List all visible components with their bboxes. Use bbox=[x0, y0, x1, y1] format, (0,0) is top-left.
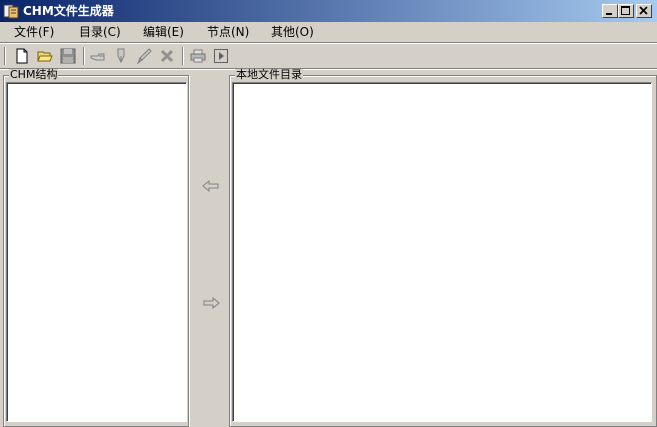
print-button[interactable] bbox=[188, 46, 208, 66]
toolbar-grip bbox=[4, 47, 6, 65]
menu-file[interactable]: 文件(F) bbox=[14, 24, 54, 40]
minimize-button[interactable] bbox=[602, 4, 618, 18]
pen-icon bbox=[117, 48, 125, 64]
chm-structure-label: CHM结构 bbox=[9, 68, 59, 81]
delete-x-icon bbox=[160, 49, 174, 63]
menu-node[interactable]: 节点(N) bbox=[207, 24, 249, 40]
run-icon bbox=[214, 49, 228, 63]
local-directory-tree[interactable] bbox=[232, 82, 652, 422]
minimize-icon bbox=[606, 13, 612, 15]
window-title: CHM文件生成器 bbox=[23, 4, 114, 18]
save-icon bbox=[60, 48, 76, 64]
edit-button[interactable] bbox=[134, 46, 154, 66]
chm-app-icon bbox=[3, 3, 19, 19]
maximize-icon bbox=[621, 6, 630, 15]
menu-other[interactable]: 其他(O) bbox=[271, 24, 314, 40]
arrow-right-icon bbox=[203, 296, 220, 310]
open-button[interactable] bbox=[35, 46, 55, 66]
select-node-button[interactable] bbox=[88, 46, 108, 66]
menu-catalog[interactable]: 目录(C) bbox=[79, 24, 121, 40]
arrow-left-icon bbox=[202, 179, 219, 193]
transfer-column bbox=[192, 70, 229, 419]
run-button[interactable] bbox=[211, 46, 231, 66]
menu-bar: 文件(F) 目录(C) 编辑(E) 节点(N) 其他(O) bbox=[0, 22, 657, 42]
open-folder-icon bbox=[37, 51, 53, 62]
toolbar-divider bbox=[0, 68, 657, 70]
move-right-button[interactable] bbox=[202, 296, 220, 310]
delete-button[interactable] bbox=[157, 46, 177, 66]
pointer-hand-icon bbox=[90, 53, 105, 61]
toolbar bbox=[0, 44, 657, 68]
menu-edit[interactable]: 编辑(E) bbox=[143, 24, 184, 40]
new-button[interactable] bbox=[12, 46, 32, 66]
toolbar-separator bbox=[182, 47, 184, 65]
chm-structure-tree[interactable] bbox=[6, 82, 187, 422]
new-file-icon bbox=[16, 48, 28, 64]
close-button[interactable] bbox=[636, 4, 652, 18]
pen-button[interactable] bbox=[111, 46, 131, 66]
local-directory-label: 本地文件目录 bbox=[235, 68, 303, 81]
close-icon bbox=[639, 6, 648, 15]
save-button[interactable] bbox=[58, 46, 78, 66]
maximize-button[interactable] bbox=[618, 4, 634, 18]
toolbar-separator bbox=[83, 47, 85, 65]
edit-brush-icon bbox=[137, 48, 152, 64]
print-icon bbox=[190, 49, 206, 63]
title-bar[interactable]: CHM文件生成器 bbox=[0, 0, 657, 22]
move-left-button[interactable] bbox=[202, 179, 220, 193]
